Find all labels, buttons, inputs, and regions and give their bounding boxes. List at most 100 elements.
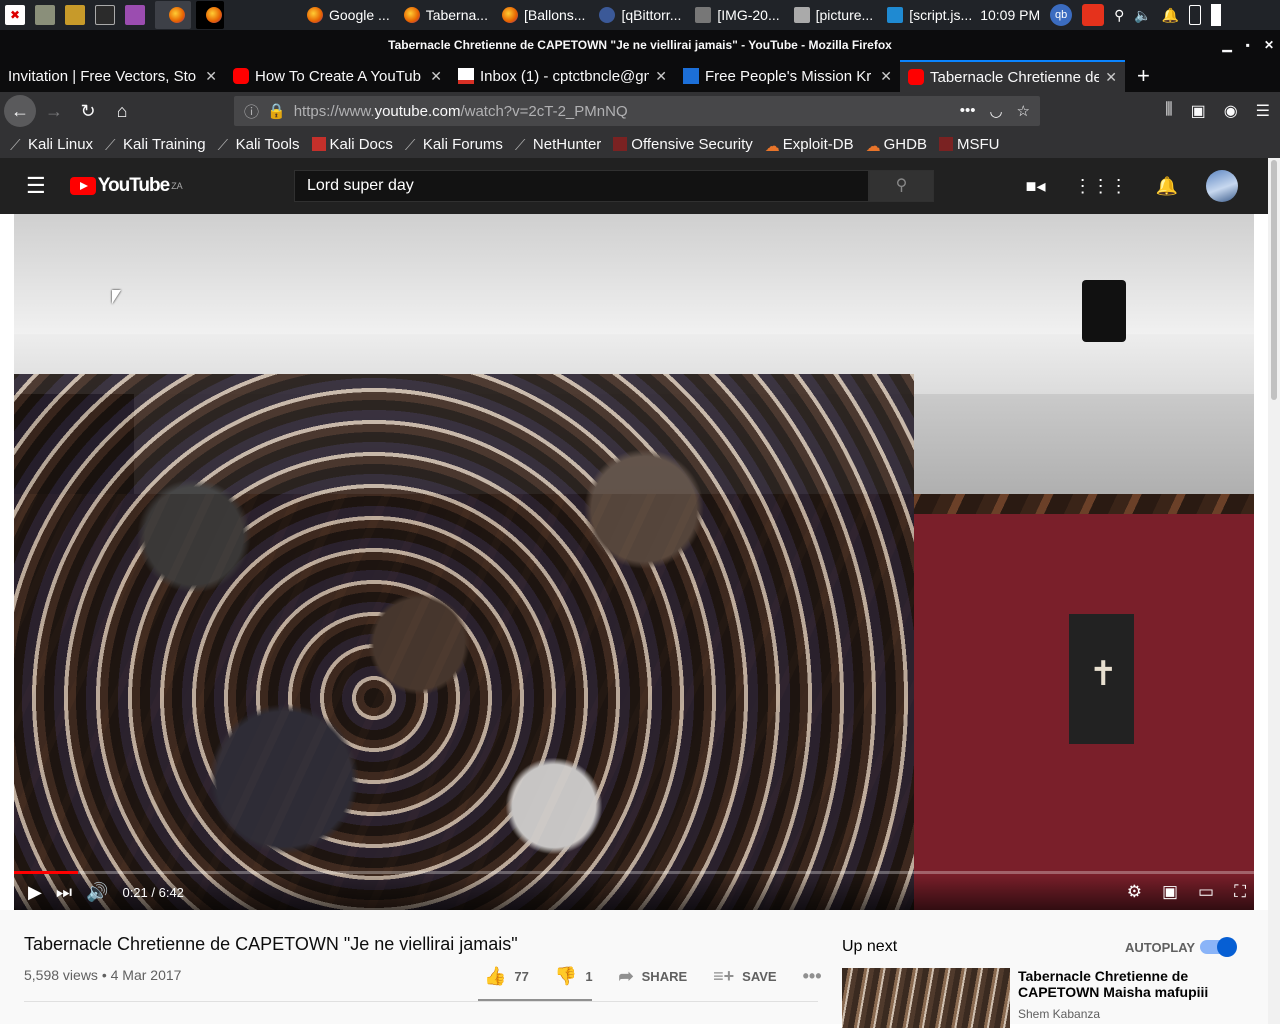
minimize-icon[interactable]: ▁ bbox=[1222, 30, 1231, 60]
more-actions-button[interactable]: ••• bbox=[803, 966, 822, 987]
volume-icon[interactable]: 🔈 bbox=[1134, 7, 1151, 24]
settings-gear-icon[interactable]: ⚙ bbox=[1127, 882, 1142, 902]
task-img[interactable]: [IMG-20... bbox=[695, 7, 780, 23]
qbittorrent-tray-icon[interactable]: qb bbox=[1050, 4, 1073, 26]
bookmark-kali-linux[interactable]: ⟋ Kali Linux bbox=[10, 136, 93, 155]
tab-tabernacle[interactable]: Tabernacle Chretienne de ✕ bbox=[900, 60, 1125, 92]
apps-grid-icon[interactable]: ⋮⋮⋮ bbox=[1074, 176, 1128, 197]
next-video-icon[interactable]: ⏭ bbox=[56, 882, 72, 903]
bookmark-msfu[interactable]: MSFU bbox=[938, 136, 999, 153]
tab-strip: Invitation | Free Vectors, Sto ✕ How To C… bbox=[0, 60, 1280, 92]
bookmark-kali-training[interactable]: ⟋ Kali Training bbox=[105, 136, 206, 155]
next-video-thumbnail[interactable] bbox=[842, 968, 1010, 1028]
home-button[interactable]: ⌂ bbox=[106, 95, 138, 127]
volume-icon[interactable]: 🔊 bbox=[86, 882, 108, 903]
tab-free-peoples[interactable]: Free People's Mission Kr ✕ bbox=[675, 60, 900, 92]
bookmark-offensive-security[interactable]: Offensive Security bbox=[613, 136, 753, 153]
gmail-favicon-icon bbox=[458, 68, 474, 84]
next-video-channel[interactable]: Shem Kabanza bbox=[1018, 1007, 1100, 1021]
notifications-icon[interactable]: 🔔 bbox=[1162, 7, 1179, 24]
dislike-button[interactable]: 👎 1 bbox=[555, 966, 593, 987]
search-button[interactable]: ⚲ bbox=[869, 170, 934, 202]
close-tab-icon[interactable]: ✕ bbox=[205, 68, 217, 85]
maximize-icon[interactable]: ▪ bbox=[1246, 30, 1250, 60]
file-manager-icon[interactable] bbox=[35, 5, 55, 25]
youtube-logo[interactable]: YouTube ZA bbox=[69, 175, 183, 197]
close-tab-icon[interactable]: ✕ bbox=[1105, 69, 1117, 86]
url-prefix: https://www. bbox=[293, 102, 375, 120]
theater-mode-icon[interactable]: ▭ bbox=[1198, 882, 1214, 902]
bookmark-kali-tools[interactable]: ⟋ Kali Tools bbox=[218, 136, 300, 155]
autoplay-label: AUTOPLAY bbox=[1125, 940, 1196, 955]
back-button[interactable]: ← bbox=[4, 95, 36, 127]
exploit-db-icon: ☁ bbox=[764, 138, 780, 155]
guide-menu-icon[interactable]: ☰ bbox=[26, 173, 46, 199]
text-editor-icon[interactable] bbox=[65, 5, 85, 25]
bookmark-kali-forums[interactable]: ⟋ Kali Forums bbox=[405, 136, 503, 155]
create-video-icon[interactable]: ■◂ bbox=[1026, 176, 1046, 197]
autoplay-toggle[interactable] bbox=[1200, 937, 1237, 957]
sidebar-icon[interactable]: ▣ bbox=[1191, 101, 1206, 121]
media-icon[interactable] bbox=[125, 5, 145, 25]
info-icon[interactable]: ⓘ bbox=[244, 101, 259, 122]
play-icon[interactable]: ▶ bbox=[28, 882, 42, 903]
task-tabernacle[interactable]: Taberna... bbox=[403, 7, 488, 23]
url-bar[interactable]: ⓘ 🔒 https://www. youtube.com/watch?v=2cT-… bbox=[234, 96, 1040, 126]
forward-button[interactable]: → bbox=[38, 95, 70, 127]
search-input[interactable]: Lord super day bbox=[294, 170, 869, 202]
task-qbittorrent[interactable]: [qBittorr... bbox=[599, 7, 681, 23]
bookmark-star-icon[interactable]: ☆ bbox=[1017, 102, 1030, 120]
avatar[interactable] bbox=[1206, 170, 1238, 202]
scrollbar-thumb[interactable] bbox=[1271, 160, 1277, 400]
close-tab-icon[interactable]: ✕ bbox=[880, 68, 892, 85]
task-google[interactable]: Google ... bbox=[307, 7, 390, 23]
next-video-title[interactable]: Tabernacle Chretienne de CAPETOWN Maisha… bbox=[1018, 968, 1238, 1000]
library-icon[interactable]: ⫼ bbox=[1165, 101, 1172, 121]
like-button[interactable]: 👍 77 bbox=[484, 966, 529, 987]
terminal-icon[interactable] bbox=[95, 5, 115, 25]
page-actions-button[interactable]: ••• bbox=[960, 102, 976, 120]
firefox-launcher-icon[interactable] bbox=[155, 1, 191, 29]
task-script[interactable]: [script.js... bbox=[887, 7, 972, 23]
vpn-tray-icon[interactable] bbox=[1082, 4, 1105, 26]
clock[interactable]: 10:09 PM bbox=[980, 7, 1040, 23]
bookmark-nethunter[interactable]: ⟋ NetHunter bbox=[515, 136, 601, 155]
task-ballons[interactable]: [Ballons... bbox=[501, 7, 585, 23]
thumbs-up-icon: 👍 bbox=[484, 966, 507, 986]
site-favicon-icon bbox=[683, 68, 699, 84]
close-window-icon[interactable]: ✕ bbox=[1264, 30, 1274, 60]
video-player[interactable]: ▶ ⏭ 🔊 0:21 / 6:42 ⚙ ▣ ▭ ⛶ bbox=[14, 214, 1254, 910]
tab-gmail[interactable]: Inbox (1) - cptctbncle@gm ✕ bbox=[450, 60, 675, 92]
hamburger-menu-icon[interactable]: ☰ bbox=[1256, 101, 1270, 121]
close-tab-icon[interactable]: ✕ bbox=[655, 68, 667, 85]
firefox-icon bbox=[307, 7, 323, 23]
miniplayer-icon[interactable]: ▣ bbox=[1162, 882, 1178, 902]
network-icon[interactable]: ⚲ bbox=[1114, 7, 1124, 24]
firefox-window-icon[interactable] bbox=[196, 1, 224, 29]
lock-icon[interactable]: 🔒 bbox=[267, 102, 286, 120]
reload-button[interactable]: ↻ bbox=[72, 95, 104, 127]
page-scrollbar[interactable] bbox=[1268, 158, 1280, 1024]
power-icon[interactable] bbox=[1211, 4, 1222, 26]
pocket-icon[interactable]: ◡ bbox=[989, 102, 1002, 120]
youtube-favicon-icon bbox=[908, 69, 924, 85]
tab-how-to-create[interactable]: How To Create A YouTub ✕ bbox=[225, 60, 450, 92]
kali-menu-icon[interactable]: ✖ bbox=[5, 5, 25, 25]
save-button[interactable]: ≡+ SAVE bbox=[713, 966, 776, 987]
fullscreen-icon[interactable]: ⛶ bbox=[1234, 882, 1246, 902]
close-tab-icon[interactable]: ✕ bbox=[430, 68, 442, 85]
battery-icon[interactable] bbox=[1189, 5, 1202, 25]
bookmark-exploit-db[interactable]: ☁ Exploit-DB bbox=[764, 136, 854, 156]
qbittorrent-icon bbox=[599, 7, 616, 23]
video-frame-pulpit bbox=[1069, 614, 1134, 744]
mouse-cursor-icon bbox=[112, 290, 121, 304]
task-picture[interactable]: [picture... bbox=[793, 7, 873, 23]
bookmark-ghdb[interactable]: ☁ GHDB bbox=[866, 136, 927, 156]
new-tab-button[interactable]: + bbox=[1125, 60, 1162, 92]
tab-freepik[interactable]: Invitation | Free Vectors, Sto ✕ bbox=[0, 60, 225, 92]
share-button[interactable]: ➦ SHARE bbox=[619, 966, 688, 987]
system-taskbar: ✖ Google ... Taberna... [Ballons... [qBi… bbox=[0, 0, 1280, 30]
account-icon[interactable]: ◉ bbox=[1224, 101, 1238, 121]
notifications-bell-icon[interactable]: 🔔 bbox=[1156, 176, 1178, 197]
bookmark-kali-docs[interactable]: Kali Docs bbox=[311, 136, 393, 153]
